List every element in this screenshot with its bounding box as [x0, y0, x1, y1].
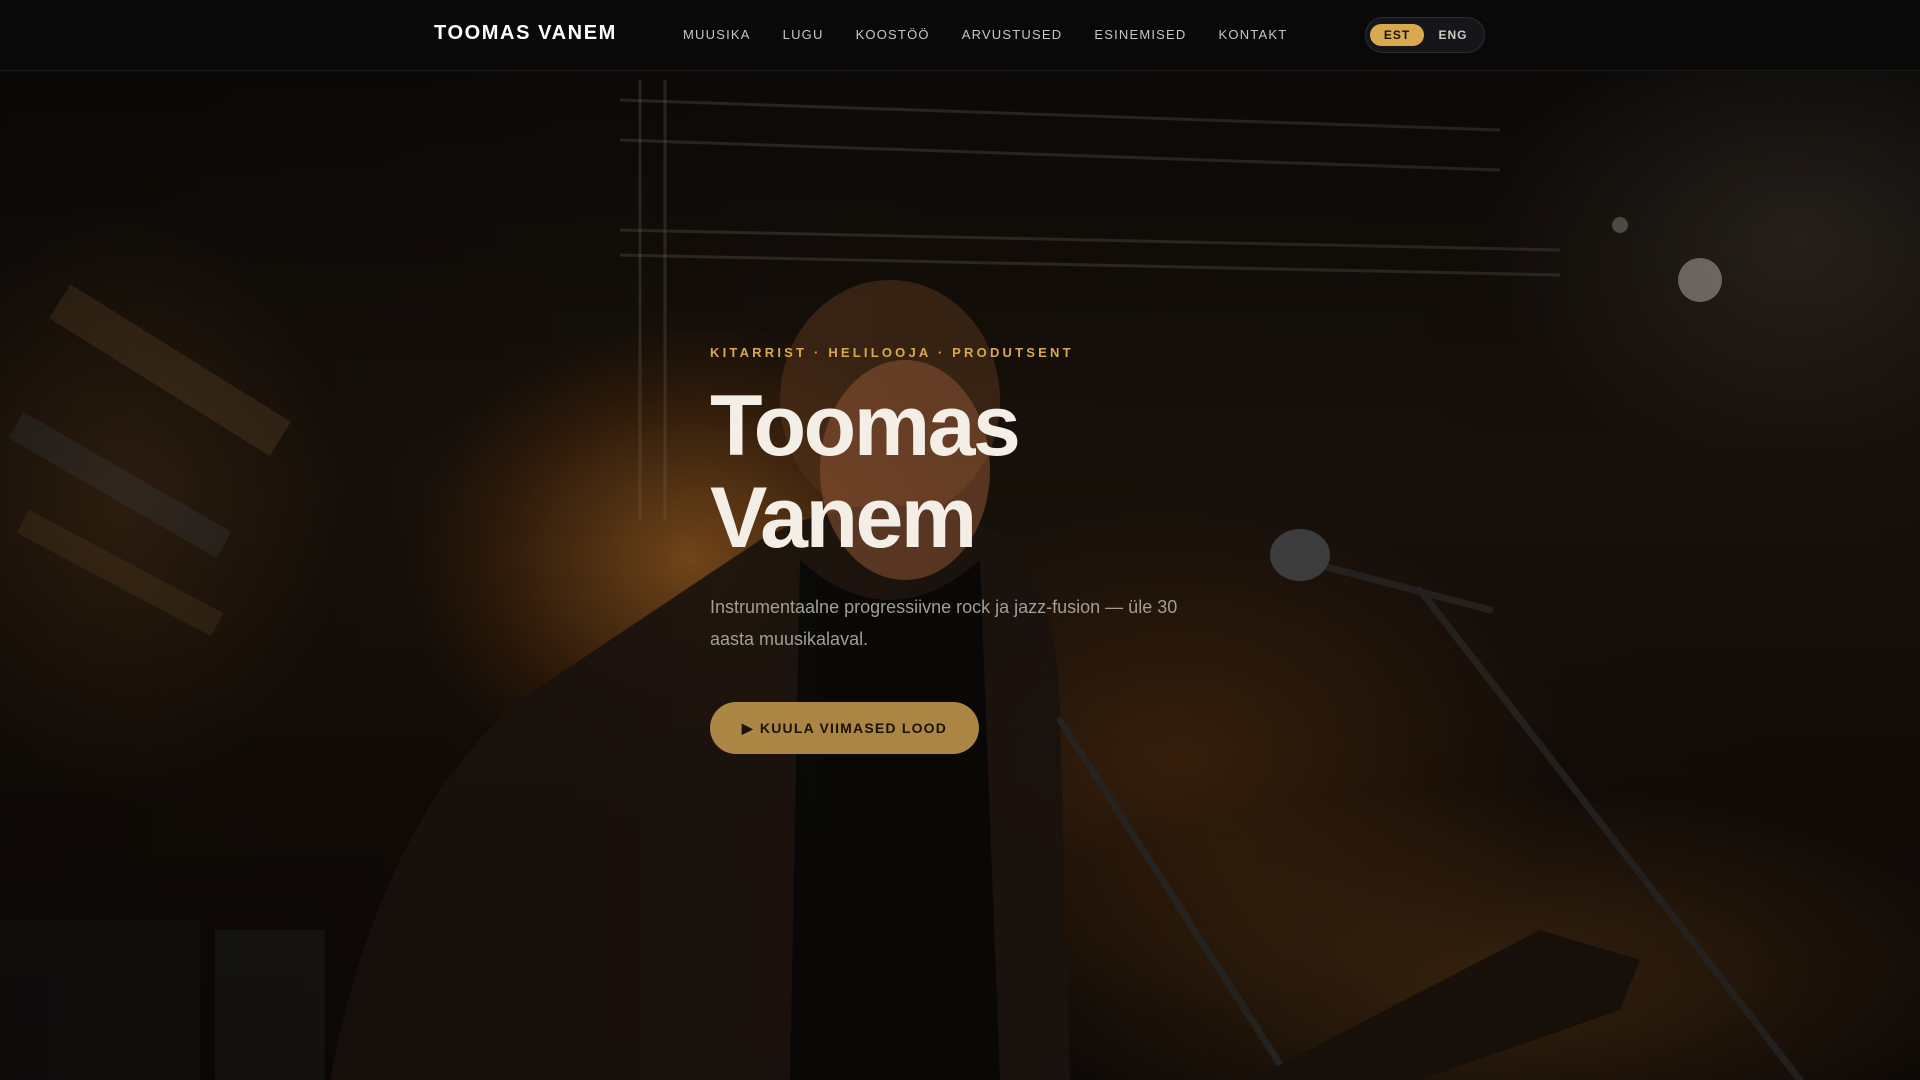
language-option-est[interactable]: EST: [1370, 24, 1424, 46]
menu-item-arvustused: ARVUSTUSED: [962, 27, 1095, 42]
hero-title-line-2: Vanem: [710, 470, 977, 566]
nav-link-kontakt[interactable]: KONTAKT: [1219, 27, 1288, 42]
hero-title: Toomas Vanem: [710, 378, 1021, 566]
nav-link-muusika[interactable]: MUUSIKA: [683, 27, 751, 42]
menu-item-muusika: MUUSIKA: [683, 27, 783, 42]
brand-logo-link[interactable]: TOOMAS VANEM: [434, 22, 617, 45]
hero-description: Instrumentaalne progressiivne rock ja ja…: [710, 597, 1178, 649]
hero-title-line-1: Toomas: [710, 378, 1021, 474]
menu-item-esinemised: ESINEMISED: [1094, 27, 1218, 42]
hero-tagline: KITARRIST · HELILOOJA · PRODUTSENT: [710, 345, 1074, 360]
nav-link-esinemised[interactable]: ESINEMISED: [1094, 27, 1186, 42]
nav-link-koostoo[interactable]: KOOSTÖÖ: [856, 27, 930, 42]
menu-item-lugu: LUGU: [783, 27, 856, 42]
cta-label: KUULA VIIMASED LOOD: [759, 720, 948, 736]
top-navigation-bar: TOOMAS VANEM MUUSIKA LUGU KOOSTÖÖ ARVUST…: [0, 0, 1920, 71]
language-option-eng[interactable]: ENG: [1426, 24, 1480, 46]
play-icon: ▶: [741, 719, 754, 736]
nav-link-lugu[interactable]: LUGU: [783, 27, 824, 42]
listen-latest-tracks-button[interactable]: ▶ KUULA VIIMASED LOOD: [710, 702, 979, 754]
menu-item-kontakt: KONTAKT: [1219, 27, 1320, 42]
language-switcher: EST ENG: [1365, 17, 1485, 53]
main-menu: MUUSIKA LUGU KOOSTÖÖ ARVUSTUSED ESINEMIS…: [683, 27, 1319, 42]
nav-link-arvustused[interactable]: ARVUSTUSED: [962, 27, 1063, 42]
menu-item-koostoo: KOOSTÖÖ: [856, 27, 962, 42]
